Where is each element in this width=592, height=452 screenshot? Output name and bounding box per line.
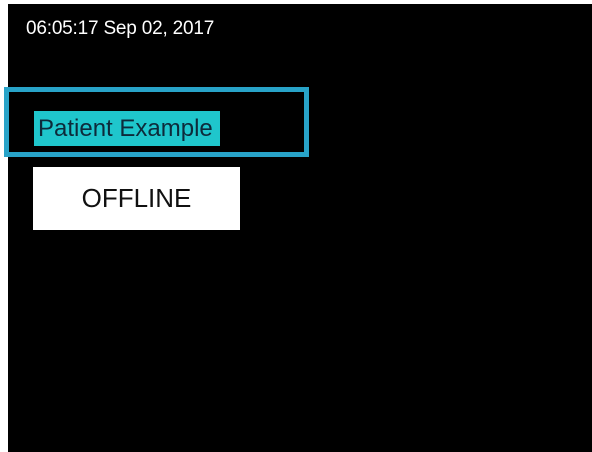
monitor-screen: 06:05:17 Sep 02, 2017 Patient Example OF…: [4, 4, 592, 452]
status-label: OFFLINE: [81, 183, 192, 213]
datetime-display: 06:05:17 Sep 02, 2017: [26, 18, 215, 39]
patient-name-label[interactable]: Patient Example: [34, 111, 220, 146]
connection-status-badge: OFFLINE: [33, 167, 240, 230]
